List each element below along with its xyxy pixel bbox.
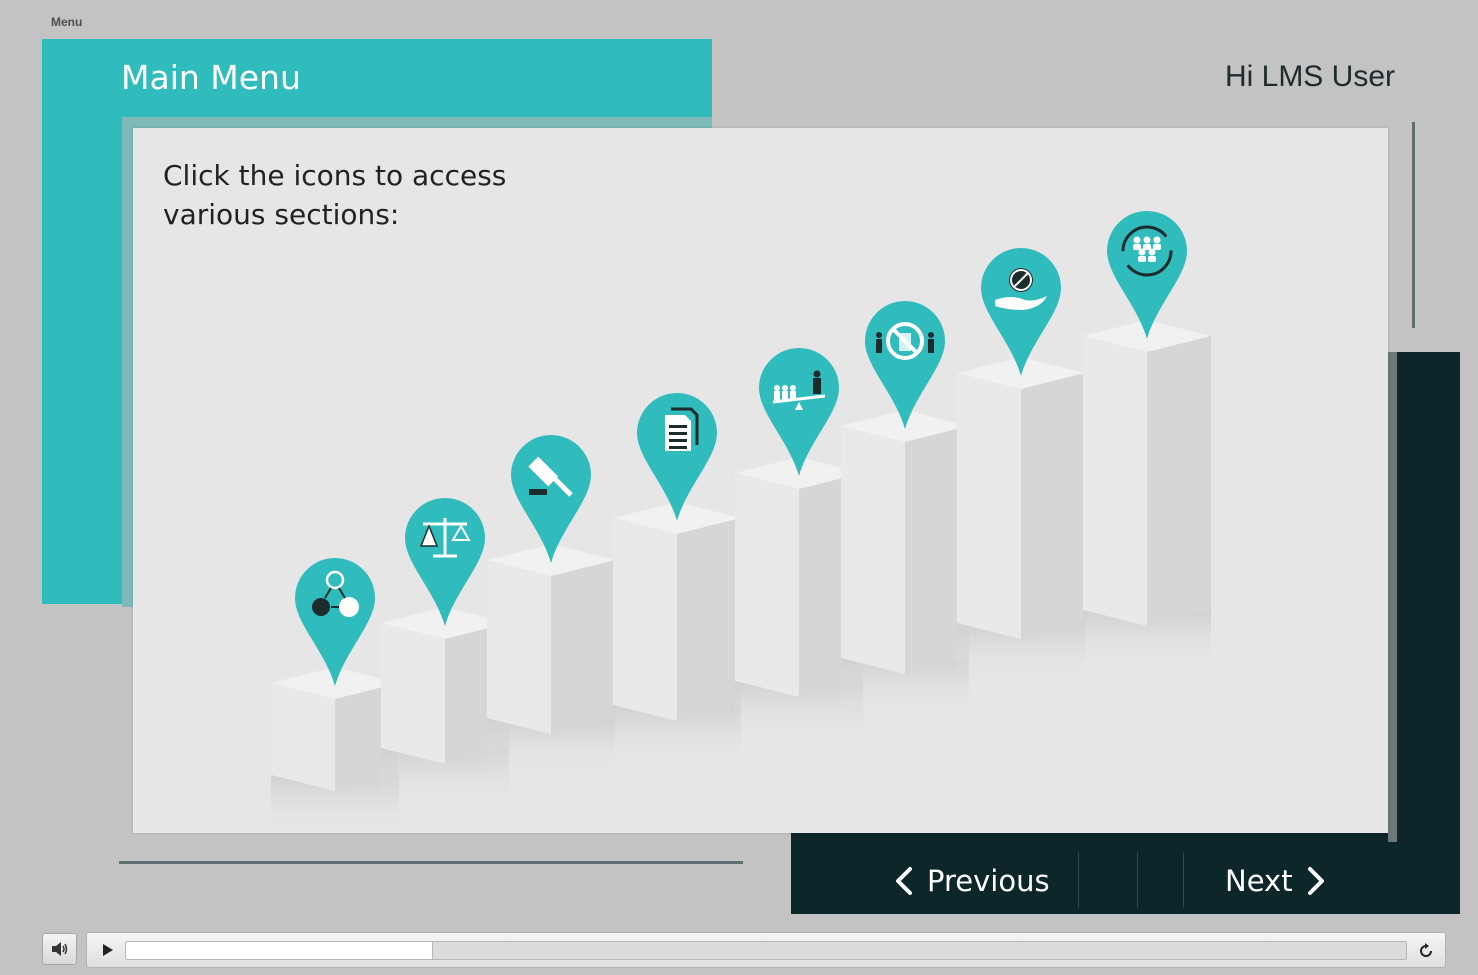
step-pillar	[487, 544, 615, 778]
section-pin-5[interactable]	[759, 347, 839, 476]
previous-button[interactable]: Previous	[893, 850, 1050, 912]
content-card: Click the icons to access various sectio…	[133, 128, 1388, 833]
nav-separator	[1137, 852, 1138, 908]
replay-button[interactable]	[1415, 940, 1437, 962]
step-pillar	[1083, 320, 1211, 670]
user-greeting: Hi LMS User	[1224, 60, 1395, 93]
playback-controls	[86, 932, 1446, 968]
menu-label[interactable]: Menu	[51, 15, 82, 29]
section-pin-7[interactable]	[981, 248, 1061, 376]
progress-bar[interactable]	[125, 941, 1407, 960]
replay-icon	[1420, 943, 1432, 957]
speaker-icon	[51, 942, 67, 956]
step-pillar	[841, 410, 969, 718]
player-bar	[0, 924, 1478, 975]
steps-infographic	[271, 211, 1211, 833]
chevron-right-icon	[1307, 867, 1324, 895]
step-pillar	[271, 667, 399, 833]
section-pin-3[interactable]	[511, 435, 591, 563]
nav-separator	[1183, 852, 1184, 908]
chevron-left-icon	[896, 867, 912, 895]
section-pin-6[interactable]	[865, 301, 945, 429]
step-pillar	[613, 502, 741, 765]
section-pin-2[interactable]	[405, 498, 485, 626]
section-pin-4[interactable]	[637, 393, 717, 521]
divider-vertical	[1412, 122, 1415, 328]
progress-fill	[126, 942, 434, 959]
next-label: Next	[1225, 864, 1293, 898]
page-title: Main Menu	[121, 58, 301, 97]
section-pin-8[interactable]	[1107, 211, 1187, 339]
next-button[interactable]: Next	[1225, 850, 1327, 912]
previous-label: Previous	[927, 864, 1050, 898]
step-pillar	[957, 357, 1085, 683]
play-icon	[103, 944, 113, 956]
divider-horizontal	[119, 861, 743, 864]
play-button[interactable]	[99, 941, 117, 959]
volume-button[interactable]	[42, 933, 77, 965]
section-pin-1[interactable]	[295, 558, 375, 686]
nav-panel-shadow	[1388, 352, 1397, 842]
nav-separator	[1078, 852, 1079, 908]
